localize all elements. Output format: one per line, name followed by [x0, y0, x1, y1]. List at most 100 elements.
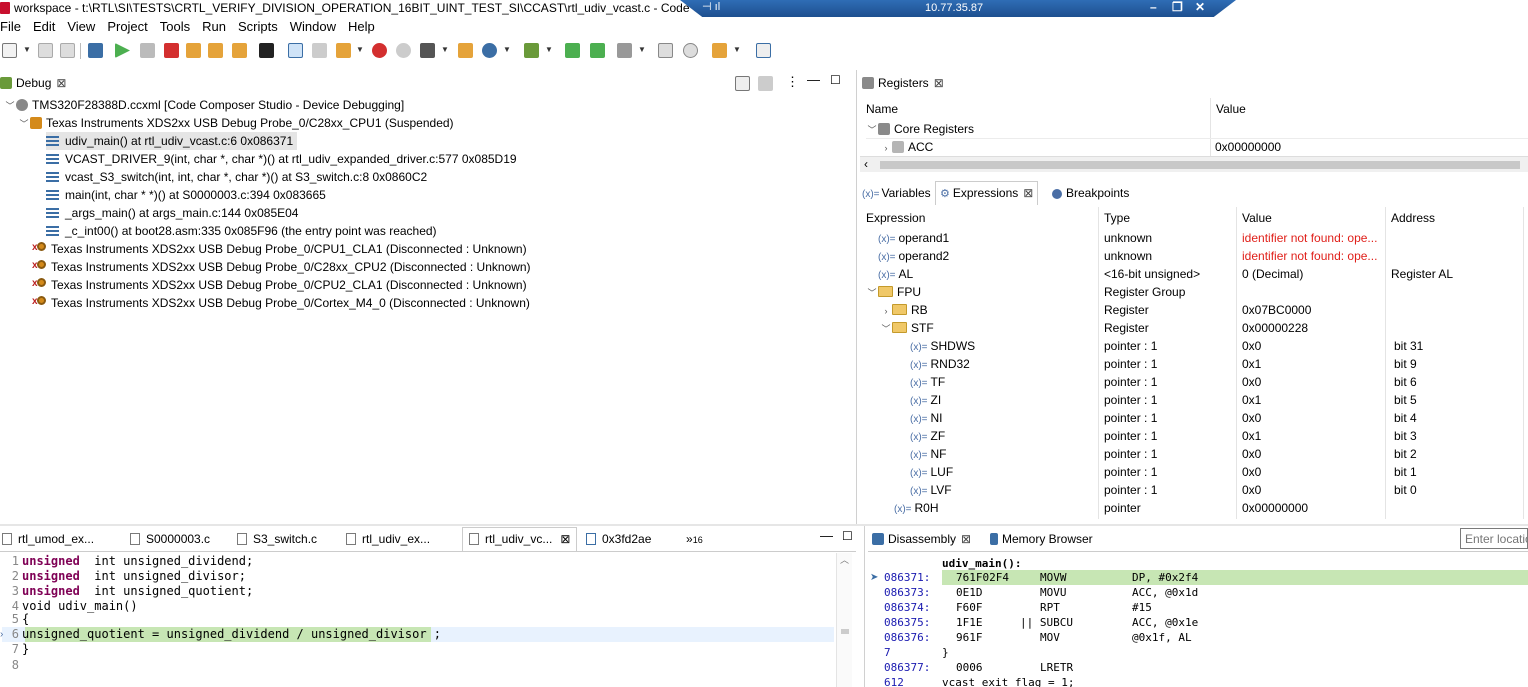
register-group-row[interactable]: ﹀ Core Registers — [866, 120, 974, 138]
restore-icon[interactable]: ❐ — [1172, 0, 1183, 14]
disassembly-line[interactable]: 086374: — [884, 600, 930, 615]
new-icon[interactable] — [2, 43, 17, 58]
expression-row[interactable]: ﹀ STF — [880, 319, 933, 337]
scrollbar-thumb[interactable] — [880, 161, 1520, 169]
disassembly-close-icon[interactable]: ⊠ — [961, 532, 971, 546]
debug-tree-root[interactable]: ﹀ TMS320F28388D.ccxml [Code Composer Stud… — [4, 96, 404, 114]
tab-memory-browser[interactable]: Memory Browser — [990, 528, 1093, 550]
editor-tab[interactable]: S0000003.c — [130, 528, 210, 550]
connect-target-icon[interactable] — [288, 43, 303, 58]
menu-view[interactable]: View — [67, 17, 99, 37]
register-row[interactable]: › ACC — [880, 138, 934, 156]
editor-tab-overflow[interactable]: »16 — [686, 528, 703, 550]
editor-tab-close-icon[interactable]: ⊠ — [560, 532, 570, 546]
pin-dropdown-icon[interactable]: ▼ — [733, 45, 741, 54]
refresh-icon[interactable] — [458, 43, 473, 58]
debug-tree-cpu1[interactable]: ﹀ Texas Instruments XDS2xx USB Debug Prob… — [18, 114, 453, 133]
disassembly-line[interactable]: 086376: — [884, 630, 930, 645]
expression-row[interactable]: (x)= RND32 — [910, 355, 970, 373]
stack-frame[interactable]: _c_int00() at boot28.asm:335 0x085F96 (t… — [46, 222, 437, 240]
expression-row[interactable]: (x)= NI — [910, 409, 943, 427]
minimize-icon[interactable]: – — [1150, 0, 1157, 14]
expression-value[interactable]: 0x1 — [1242, 391, 1261, 409]
pane-divider[interactable] — [864, 526, 865, 687]
editor-tab[interactable]: rtl_umod_ex... — [2, 528, 94, 550]
expression-row[interactable]: (x)= NF — [910, 445, 947, 463]
new-window-icon[interactable] — [756, 43, 771, 58]
disassembly-line[interactable]: 086375: — [884, 615, 930, 630]
search-icon[interactable] — [683, 43, 698, 58]
registers-col-name[interactable]: Name — [866, 98, 898, 120]
debug-tree-core[interactable]: x Texas Instruments XDS2xx USB Debug Prob… — [32, 240, 527, 258]
remove-all-icon[interactable] — [758, 76, 773, 91]
expression-row[interactable]: (x)= SHDWS — [910, 337, 975, 355]
connection-signal-icon[interactable]: ⊣ ıl — [702, 0, 720, 15]
menu-window[interactable]: Window — [290, 17, 340, 37]
expression-value[interactable]: 0x0 — [1242, 481, 1261, 499]
pane-divider[interactable] — [856, 70, 857, 526]
stack-frame[interactable]: main(int, char * *)() at S0000003.c:394 … — [46, 186, 326, 204]
disassembly-line[interactable]: 086371: — [884, 570, 930, 585]
collapse-arrow-icon[interactable]: ﹀ — [866, 284, 878, 301]
expression-value[interactable]: 0x0 — [1242, 337, 1261, 355]
tab-disassembly[interactable]: Disassembly ⊠ — [872, 528, 971, 550]
editor-maximize-icon[interactable]: ☐ — [842, 529, 853, 543]
suspend-icon[interactable] — [140, 43, 155, 58]
scroll-up-icon[interactable]: ︿ — [840, 553, 849, 566]
editor-tab[interactable]: 0x3fd2ae — [586, 528, 651, 550]
debug-tree-core[interactable]: x Texas Instruments XDS2xx USB Debug Prob… — [32, 294, 530, 312]
menu-file[interactable]: File — [0, 17, 25, 37]
expr-col-expression[interactable]: Expression — [866, 207, 925, 229]
menu-help[interactable]: Help — [348, 17, 379, 37]
build-dropdown-icon[interactable]: ▼ — [441, 45, 449, 54]
breakpoint-icon[interactable] — [372, 43, 387, 58]
editor-minimize-icon[interactable]: — — [820, 528, 833, 543]
maximize-view-icon[interactable]: ☐ — [830, 73, 841, 87]
bug-dropdown-icon[interactable]: ▼ — [545, 45, 553, 54]
save-icon[interactable] — [38, 43, 53, 58]
expr-col-value[interactable]: Value — [1242, 207, 1272, 229]
save-all-icon[interactable] — [60, 43, 75, 58]
expression-row[interactable]: (x)= ZI — [910, 391, 941, 409]
expressions-close-icon[interactable]: ⊠ — [1023, 186, 1033, 200]
scrollbar-thumb[interactable] — [841, 629, 849, 634]
terminate-icon[interactable] — [164, 43, 179, 58]
view-menu-icon[interactable]: ⋮ — [786, 74, 799, 90]
editor-vscrollbar[interactable]: ︿ — [836, 553, 852, 687]
expand-arrow-icon[interactable]: › — [880, 302, 892, 319]
step-over-icon[interactable] — [208, 43, 223, 58]
tools-dropdown-icon[interactable]: ▼ — [638, 45, 646, 54]
tab-registers[interactable]: Registers ⊠ — [862, 72, 944, 94]
expression-value[interactable]: 0x0 — [1242, 463, 1261, 481]
load-program-icon[interactable] — [336, 43, 351, 58]
collapse-arrow-icon[interactable]: ﹀ — [18, 115, 30, 133]
expression-row[interactable]: (x)= operand1 — [878, 229, 949, 247]
expression-value[interactable]: 0x0 — [1242, 445, 1261, 463]
pin-icon[interactable] — [712, 43, 727, 58]
expression-value[interactable]: 0x07BC0000 — [1242, 301, 1311, 319]
registers-col-value[interactable]: Value — [1216, 98, 1246, 120]
debug-tree-core[interactable]: x Texas Instruments XDS2xx USB Debug Prob… — [32, 258, 531, 276]
tab-debug[interactable]: Debug ⊠ — [0, 72, 66, 94]
expression-value[interactable]: 0x1 — [1242, 355, 1261, 373]
collapse-arrow-icon[interactable]: ﹀ — [4, 97, 16, 115]
expression-value[interactable]: 0x00000000 — [1242, 499, 1308, 517]
tab-expressions[interactable]: ⚙ Expressions ⊠ — [935, 181, 1039, 205]
expression-row[interactable]: (x)= AL — [878, 265, 913, 283]
stack-frame-selected[interactable]: udiv_main() at rtl_udiv_vcast.c:6 0x0863… — [46, 132, 298, 150]
resume-icon[interactable] — [115, 43, 130, 58]
disassembly-line[interactable]: 086377: — [884, 660, 930, 675]
expression-value[interactable]: 0x1 — [1242, 427, 1261, 445]
expr-col-type[interactable]: Type — [1104, 207, 1130, 229]
location-input[interactable] — [1460, 528, 1528, 549]
expression-row[interactable]: (x)= operand2 — [878, 247, 949, 265]
menu-scripts[interactable]: Scripts — [238, 17, 282, 37]
expr-col-address[interactable]: Address — [1391, 207, 1435, 229]
load-dropdown-icon[interactable]: ▼ — [356, 45, 364, 54]
sash-horizontal[interactable] — [0, 524, 1528, 526]
expression-row[interactable]: (x)= R0H — [894, 499, 939, 517]
run-ext-icon[interactable] — [590, 43, 605, 58]
collapse-arrow-icon[interactable]: ﹀ — [866, 121, 878, 138]
expression-row[interactable]: (x)= LVF — [910, 481, 952, 499]
debug-close-icon[interactable]: ⊠ — [56, 76, 66, 90]
